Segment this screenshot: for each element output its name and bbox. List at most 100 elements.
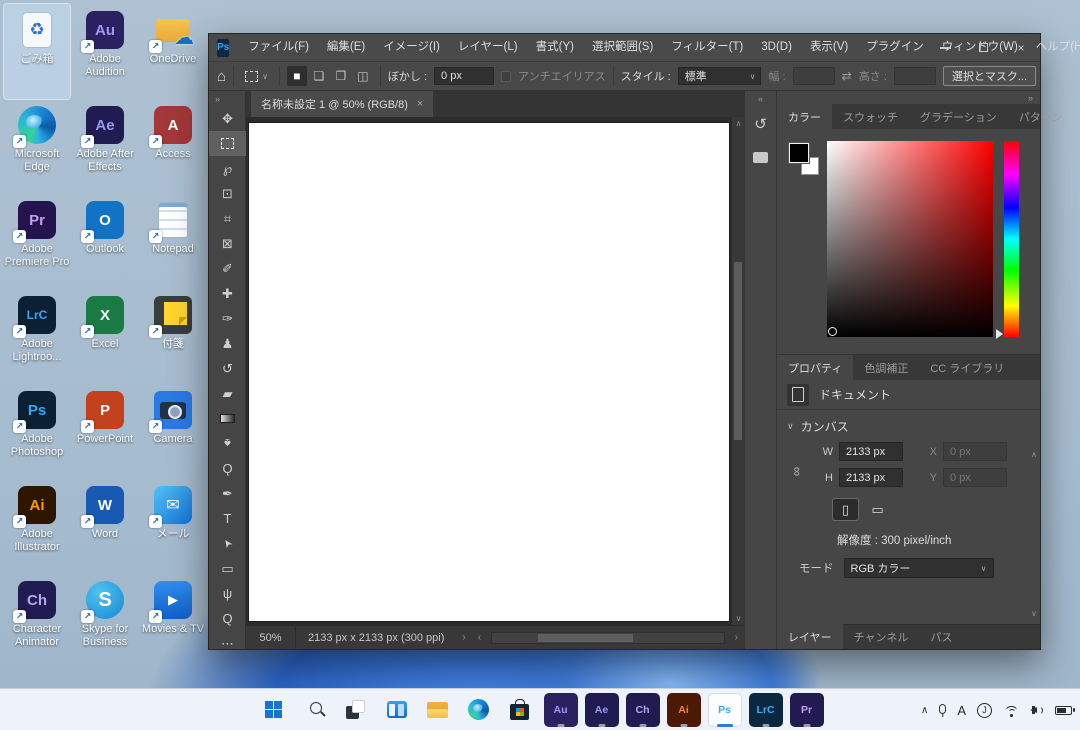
taskbar-audition[interactable]: Au [544, 693, 578, 727]
taskbar-illustrator[interactable]: Ai [667, 693, 701, 727]
antialias-checkbox[interactable] [501, 71, 511, 82]
comments-panel-icon[interactable] [748, 144, 774, 170]
move-tool[interactable]: ✥ [209, 106, 246, 131]
chevron-down-icon[interactable]: ∨ [787, 421, 794, 432]
start-button[interactable] [257, 693, 291, 727]
menu-select[interactable]: 選択範囲(S) [583, 34, 662, 61]
blur-tool[interactable]: ♠ [209, 431, 246, 456]
taskbar-photoshop[interactable]: Ps [708, 693, 742, 727]
taskbar-lightroom-classic[interactable]: LrC [749, 693, 783, 727]
volume-icon[interactable] [1030, 704, 1044, 716]
microsoft-store-button[interactable] [503, 693, 537, 727]
panel-scroll-up-icon[interactable]: ∧ [1031, 450, 1037, 459]
object-selection-tool[interactable]: ⊡ [209, 181, 246, 206]
desktop-icon-recycle-bin[interactable]: ♻ ごみ箱 [4, 4, 70, 99]
maximize-button[interactable] [964, 34, 1002, 61]
type-tool[interactable]: T [209, 506, 246, 531]
hue-slider[interactable] [1004, 141, 1019, 337]
expand-panels-icon[interactable]: « [758, 91, 763, 104]
color-mode-select[interactable]: RGB カラー∨ [844, 558, 994, 578]
canvas-width-input[interactable]: 2133 px [839, 442, 903, 461]
select-and-mask-button[interactable]: 選択とマスク... [943, 66, 1036, 86]
search-button[interactable] [298, 693, 332, 727]
desktop-icon-edge[interactable]: ↗ Microsoft Edge [4, 99, 70, 194]
taskbar-character-animator[interactable]: Ch [626, 693, 660, 727]
new-selection-icon[interactable]: ■ [287, 66, 307, 86]
subtract-from-selection-icon[interactable]: ❐ [331, 66, 351, 86]
vertical-scrollbar[interactable]: ∧ ∨ [731, 117, 744, 625]
collapse-dock-icon[interactable]: » [1028, 93, 1033, 103]
ime-mode-icon[interactable]: A [957, 703, 966, 718]
menu-view[interactable]: 表示(V) [801, 34, 857, 61]
gradient-tool[interactable] [209, 406, 246, 431]
wifi-icon[interactable] [1003, 704, 1019, 717]
dodge-tool[interactable]: Ǫ [209, 456, 246, 481]
desktop-icon-sticky-notes[interactable]: ↗ 付箋 [140, 289, 206, 384]
zoom-level[interactable]: 50% [246, 626, 296, 650]
style-select[interactable]: 標準∨ [678, 67, 762, 85]
eraser-tool[interactable]: ▰ [209, 381, 246, 406]
taskbar-premiere-pro[interactable]: Pr [790, 693, 824, 727]
landscape-orientation-button[interactable]: ▭ [865, 499, 890, 520]
desktop-icon-skype[interactable]: S↗ Skype for Business [72, 574, 138, 669]
intersect-selection-icon[interactable]: ◫ [353, 66, 373, 86]
lasso-tool[interactable]: ℘ [209, 156, 246, 181]
vertical-scrollbar-thumb[interactable] [734, 262, 742, 440]
document-tab[interactable]: 名称未設定 1 @ 50% (RGB/8) × [251, 91, 433, 117]
tray-overflow-icon[interactable]: ∧ [921, 705, 928, 716]
tab-paths[interactable]: パス [919, 624, 963, 649]
tray-status-icon[interactable]: J [977, 703, 992, 718]
portrait-orientation-button[interactable]: ▯ [833, 499, 858, 520]
tab-gradients[interactable]: グラデーション [909, 104, 1008, 129]
file-explorer-button[interactable] [421, 693, 455, 727]
menu-type[interactable]: 書式(Y) [527, 34, 583, 61]
desktop-icon-mail[interactable]: ✉↗ メール [140, 479, 206, 574]
task-view-button[interactable] [339, 693, 373, 727]
width-input[interactable] [793, 67, 835, 85]
height-input[interactable] [894, 67, 936, 85]
rectangle-tool[interactable]: ▭ [209, 556, 246, 581]
tab-layers[interactable]: レイヤー [777, 624, 843, 649]
pen-tool[interactable]: ✒ [209, 481, 246, 506]
zoom-tool[interactable]: Q [209, 606, 246, 631]
horizontal-scrollbar-thumb[interactable] [538, 634, 633, 642]
toolbar-collapse-icon[interactable]: » [209, 91, 245, 106]
tab-patterns[interactable]: パターン [1008, 104, 1073, 129]
tab-properties[interactable]: プロパティ [777, 355, 853, 380]
battery-icon[interactable] [1055, 706, 1072, 715]
saturation-brightness-field[interactable] [827, 141, 993, 337]
menu-edit[interactable]: 編集(E) [318, 34, 374, 61]
scroll-up-icon[interactable]: ∧ [732, 119, 745, 128]
tab-adjustments[interactable]: 色調補正 [853, 355, 919, 380]
foreground-color-swatch[interactable] [789, 143, 809, 163]
desktop-icon-access[interactable]: A↗ Access [140, 99, 206, 194]
tab-swatches[interactable]: スウォッチ [832, 104, 909, 129]
menu-plugins[interactable]: プラグイン [857, 34, 933, 61]
swap-dimensions-icon[interactable]: ⇄ [842, 69, 852, 83]
clone-stamp-tool[interactable]: ♟ [209, 331, 246, 356]
link-dimensions-icon[interactable]: ∞ [790, 467, 805, 476]
desktop-icon-photoshop[interactable]: Ps↗ Adobe Photoshop [4, 384, 70, 479]
tab-channels[interactable]: チャンネル [843, 624, 920, 649]
desktop-icon-powerpoint[interactable]: P↗ PowerPoint [72, 384, 138, 479]
history-brush-tool[interactable]: ↺ [209, 356, 246, 381]
edit-toolbar-button[interactable]: ⋯ [209, 631, 246, 656]
color-picker-marker[interactable] [828, 327, 837, 336]
widgets-button[interactable] [380, 693, 414, 727]
add-to-selection-icon[interactable]: ❏ [309, 66, 329, 86]
panel-scroll-down-icon[interactable]: ∨ [1031, 609, 1037, 618]
edge-button[interactable] [462, 693, 496, 727]
desktop-icon-illustrator[interactable]: Ai↗ Adobe Illustrator [4, 479, 70, 574]
brush-tool[interactable]: ✑ [209, 306, 246, 331]
menu-filter[interactable]: フィルター(T) [662, 34, 752, 61]
path-selection-tool[interactable]: ➤ [209, 531, 246, 556]
menu-3d[interactable]: 3D(D) [752, 34, 801, 61]
menu-image[interactable]: イメージ(I) [374, 34, 449, 61]
desktop-icon-outlook[interactable]: O↗ Outlook [72, 194, 138, 289]
desktop-icon-onedrive[interactable]: ☁↗ OneDrive [140, 4, 206, 99]
history-panel-icon[interactable]: ↺ [748, 111, 774, 137]
desktop-icon-notepad[interactable]: ↗ Notepad [140, 194, 206, 289]
menu-layer[interactable]: レイヤー(L) [449, 34, 527, 61]
microphone-icon[interactable] [939, 704, 946, 714]
hue-slider-marker[interactable] [996, 329, 1008, 339]
